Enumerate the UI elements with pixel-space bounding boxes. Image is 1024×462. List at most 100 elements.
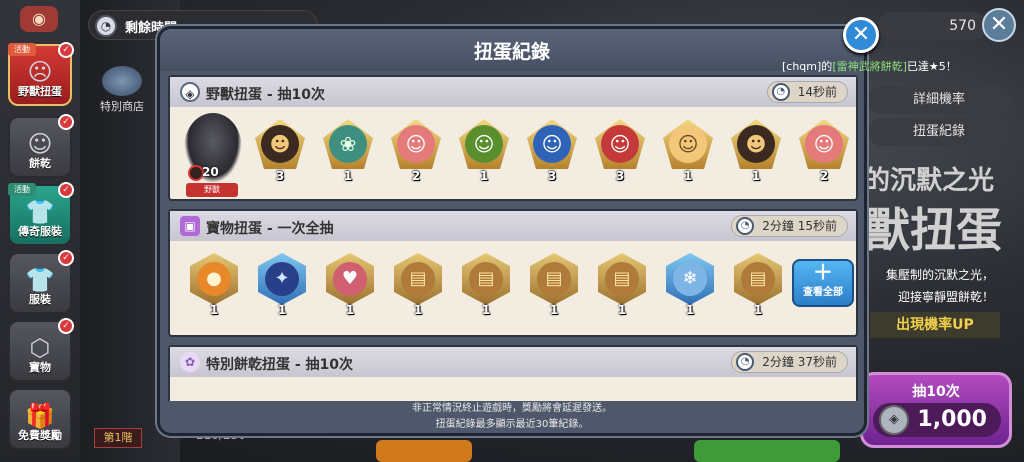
- reward-item[interactable]: ☺ 2: [388, 119, 444, 183]
- reward-item[interactable]: ♥ 1: [322, 253, 378, 317]
- reward-item[interactable]: ☺ 1: [660, 119, 716, 183]
- reward-item[interactable]: ☺ 2: [796, 119, 852, 183]
- special-shop-button[interactable]: 特別商店: [95, 66, 149, 114]
- sidebar-item-free-reward[interactable]: 🎁 免費獎勵: [8, 388, 72, 450]
- reward-item[interactable]: ☺ 3: [592, 119, 648, 183]
- record-items: 20 野獸 ☻ 3 ❀ 1 ☺ 2 ☺ 1 ☺ 3 ☺ 3 ☺ 1 ☻ 1 ☺ 2: [170, 109, 856, 199]
- announcement: [chqm]的[雷神武將餅乾]已達★5！: [782, 58, 957, 74]
- beast-face-icon: ☹: [27, 58, 53, 86]
- sidebar-top-button[interactable]: ◉: [20, 6, 58, 32]
- sidebar-item-treasure[interactable]: ✓ ⬡ 寶物: [8, 318, 74, 382]
- reward-qty: 1: [685, 303, 695, 317]
- announcement-item: [雷神武將餅乾]: [832, 60, 907, 73]
- plus-icon: ＋: [813, 260, 833, 284]
- record-list[interactable]: ◈ 野獸扭蛋 - 抽10次 ◔ 14秒前 20 野獸 ☻ 3 ❀ 1 ☺ 2 ☺ 1 ☺ 3…: [168, 75, 858, 401]
- sidebar-item-costume[interactable]: ✓ 👕 服裝: [8, 250, 74, 314]
- sidebar-item-cookies[interactable]: ✓ ☺ 餅乾: [8, 114, 74, 178]
- record-time-text: 2分鐘 37秒前: [762, 355, 837, 369]
- reward-item[interactable]: ☺ 3: [524, 119, 580, 183]
- reward-item[interactable]: ▤ 1: [458, 253, 514, 317]
- treasure-chest-icon: ▤: [741, 262, 775, 296]
- rate-up-badge: 出現機率UP: [870, 312, 1000, 338]
- cookie-soulstone-icon: ☺: [669, 125, 707, 163]
- cookie-face-icon: ☺: [27, 130, 53, 158]
- reward-item[interactable]: ☻ 3: [252, 119, 308, 183]
- treasure-chest-icon: ▤: [469, 262, 503, 296]
- record-time-text: 2分鐘 15秒前: [762, 219, 837, 233]
- record-time: ◔ 14秒前: [766, 81, 848, 103]
- check-badge-icon: ✓: [58, 114, 74, 130]
- reward-qty: 1: [481, 303, 491, 317]
- reward-item[interactable]: ▤ 1: [526, 253, 582, 317]
- event-tag: 活動: [8, 183, 36, 196]
- reward-item[interactable]: ☻ 1: [728, 119, 784, 183]
- beast-count: 20: [202, 165, 219, 179]
- footer-line1: 非正常情況終止遊戲時，獎勵將會延遲發送。: [412, 403, 612, 414]
- beast-reward[interactable]: 20 野獸: [176, 113, 250, 197]
- sidebar-item-beast-gacha[interactable]: 活動 ✓ ☹ 野獸扭蛋: [8, 42, 74, 106]
- reward-qty: 1: [277, 303, 287, 317]
- reward-item[interactable]: ❄ 1: [662, 253, 718, 317]
- close-icon[interactable]: ✕: [982, 8, 1016, 42]
- reward-qty: 1: [209, 303, 219, 317]
- record-time-text: 14秒前: [797, 85, 837, 99]
- record-special-cookie-gacha: ✿ 特別餅乾扭蛋 - 抽10次 ◔ 2分鐘 37秒前: [168, 345, 858, 401]
- treasure-orange-icon: ●: [197, 262, 231, 296]
- tab-detail-rates[interactable]: 詳細機率: [868, 86, 1010, 114]
- sidebar: ◉ 活動 ✓ ☹ 野獸扭蛋 ✓ ☺ 餅乾 活動 ✓ 👕 傳奇服裝 ✓ 👕 服裝 …: [0, 0, 80, 462]
- clock-icon: ◔: [736, 217, 755, 235]
- modal-footer: 非正常情況終止遊戲時，獎勵將會延遲發送。 扭蛋紀錄最多顯示最近30筆紀錄。: [160, 401, 864, 433]
- reward-qty: 2: [411, 169, 421, 183]
- check-badge-icon: ✓: [58, 42, 74, 58]
- reward-qty: 1: [549, 303, 559, 317]
- treasure-chest-icon: ▤: [537, 262, 571, 296]
- reward-qty: 1: [479, 169, 489, 183]
- cookie-soulstone-icon: ☺: [465, 125, 503, 163]
- reward-item[interactable]: ▤ 1: [390, 253, 446, 317]
- reward-item[interactable]: ▤ 1: [730, 253, 786, 317]
- reward-qty: 1: [683, 169, 693, 183]
- reward-item[interactable]: ✦ 1: [254, 253, 310, 317]
- record-title: 寶物扭蛋 - 一次全抽: [206, 221, 334, 237]
- reward-qty: 3: [615, 169, 625, 183]
- reward-qty: 2: [819, 169, 829, 183]
- reward-item[interactable]: ❀ 1: [320, 119, 376, 183]
- shirt-icon: 👕: [25, 266, 55, 294]
- reward-item[interactable]: ☺ 1: [456, 119, 512, 183]
- treasure-chest-icon: ▤: [605, 262, 639, 296]
- treasure-ticket-icon: ▣: [180, 216, 200, 236]
- view-all-button[interactable]: ＋ 查看全部: [792, 259, 854, 307]
- banner-title-line1: 的沉默之光: [864, 166, 995, 196]
- currency-counter: 570: [878, 12, 988, 40]
- reward-item[interactable]: ● 1: [186, 253, 242, 317]
- record-header: ◈ 野獸扭蛋 - 抽10次 ◔ 14秒前: [170, 77, 856, 107]
- hexagon-icon: ⬡: [29, 334, 51, 362]
- record-treasure-gacha: ▣ 寶物扭蛋 - 一次全抽 ◔ 2分鐘 15秒前 ● 1 ✦ 1 ♥ 1 ▤ 1 ▤ 1 ▤…: [168, 209, 858, 337]
- reward-qty: 1: [617, 303, 627, 317]
- check-badge-icon: ✓: [58, 318, 74, 334]
- special-cookie-icon: ✿: [180, 352, 200, 372]
- modal-title: 扭蛋紀錄: [473, 41, 550, 63]
- sidebar-item-legendary-costume[interactable]: 活動 ✓ 👕 傳奇服裝: [8, 182, 74, 246]
- reward-qty: 1: [413, 303, 423, 317]
- announcement-user: [chqm]的: [782, 60, 833, 73]
- treasure-chest-icon: ▤: [401, 262, 435, 296]
- reward-qty: 3: [547, 169, 557, 183]
- event-tag: 活動: [8, 43, 36, 56]
- green-button[interactable]: [694, 440, 840, 462]
- crystal-icon: ◈: [180, 82, 200, 102]
- floor-label: 第1階: [94, 428, 142, 448]
- record-title: 特別餅乾扭蛋 - 抽10次: [206, 357, 354, 373]
- close-modal-icon[interactable]: ✕: [843, 17, 879, 53]
- promo-line2: 迎接寧靜盟餅乾！: [897, 290, 994, 304]
- reward-item[interactable]: ▤ 1: [594, 253, 650, 317]
- cookie-soulstone-icon: ☺: [805, 125, 843, 163]
- treasure-star-icon: ✦: [265, 262, 299, 296]
- shirt-icon: 👕: [25, 198, 55, 226]
- reward-qty: 3: [275, 169, 285, 183]
- draw-10-button[interactable]: 抽10次 1,000 ◈: [860, 372, 1012, 448]
- orange-button[interactable]: [376, 440, 472, 462]
- record-header: ▣ 寶物扭蛋 - 一次全抽 ◔ 2分鐘 15秒前: [170, 211, 856, 241]
- announcement-rest: 已達★5！: [906, 60, 957, 73]
- tab-gacha-log[interactable]: 扭蛋紀錄: [868, 118, 1010, 146]
